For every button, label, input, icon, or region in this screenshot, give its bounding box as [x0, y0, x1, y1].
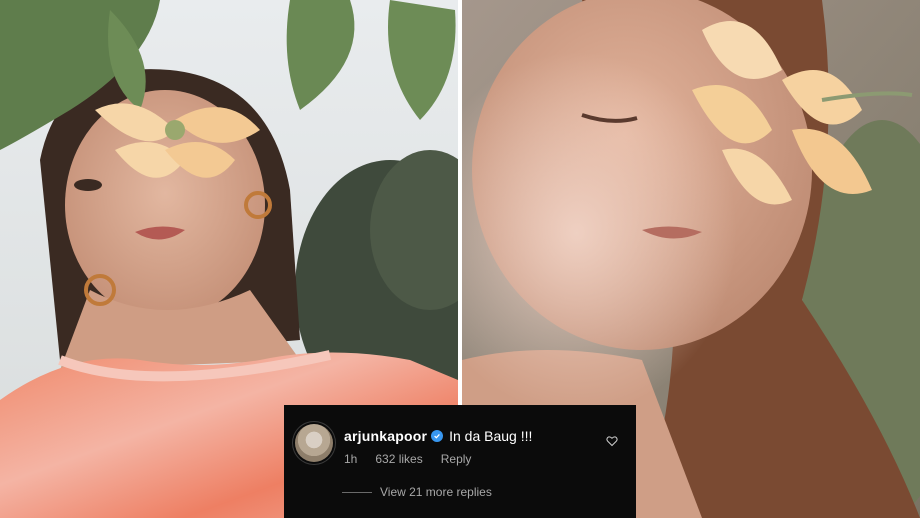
avatar[interactable] — [295, 424, 333, 462]
comment-text: In da Baug !!! — [449, 428, 533, 444]
comment-meta: 1h 632 likes Reply — [344, 452, 471, 466]
heart-outline-icon[interactable] — [606, 435, 618, 447]
view-replies-label[interactable]: View 21 more replies — [380, 485, 492, 499]
reply-button[interactable]: Reply — [441, 452, 472, 466]
comment-username[interactable]: arjunkapoor — [344, 428, 427, 444]
comment-card: arjunkapoor In da Baug !!! 1h 632 likes … — [284, 405, 636, 518]
comment-line: arjunkapoor In da Baug !!! — [344, 428, 532, 444]
view-replies-link[interactable]: View 21 more replies — [342, 485, 492, 499]
comment-likes[interactable]: 632 likes — [375, 452, 422, 466]
replies-divider — [342, 491, 372, 493]
verified-badge-icon — [431, 430, 444, 442]
comment-time: 1h — [344, 452, 358, 466]
